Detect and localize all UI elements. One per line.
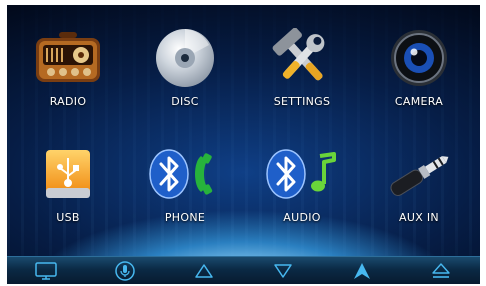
radio-tile[interactable]: RADIO bbox=[9, 27, 127, 108]
bluetooth-audio-icon bbox=[243, 143, 361, 205]
disc-tile[interactable]: DISC bbox=[126, 27, 244, 108]
navigation-icon[interactable] bbox=[346, 260, 378, 282]
settings-icon bbox=[243, 27, 361, 89]
bluetooth-phone-icon bbox=[126, 143, 244, 205]
camera-icon bbox=[360, 27, 478, 89]
tile-label: AUX IN bbox=[399, 211, 439, 224]
tile-label: PHONE bbox=[164, 211, 206, 224]
radio-icon bbox=[9, 27, 127, 89]
microphone-icon[interactable] bbox=[109, 260, 141, 282]
tile-label: RADIO bbox=[49, 95, 87, 108]
aux-jack-icon bbox=[360, 143, 478, 205]
bottom-toolbar bbox=[7, 256, 480, 284]
tile-label: AUDIO bbox=[283, 211, 321, 224]
usb-tile[interactable]: USB bbox=[9, 143, 127, 224]
down-arrow-icon[interactable] bbox=[267, 260, 299, 282]
disc-icon bbox=[126, 27, 244, 89]
tile-label: SETTINGS bbox=[273, 95, 331, 108]
up-arrow-icon[interactable] bbox=[188, 260, 220, 282]
settings-tile[interactable]: SETTINGS bbox=[243, 27, 361, 108]
head-unit-screen: RADIO DISC SETTINGS CAMERA USB PHONE AUD… bbox=[7, 5, 480, 284]
audio-tile[interactable]: AUDIO bbox=[243, 143, 361, 224]
screen-icon[interactable] bbox=[30, 260, 62, 282]
aux-in-tile[interactable]: AUX IN bbox=[360, 143, 478, 224]
tile-label: DISC bbox=[171, 95, 199, 108]
phone-tile[interactable]: PHONE bbox=[126, 143, 244, 224]
tile-label: USB bbox=[56, 211, 80, 224]
tile-label: CAMERA bbox=[394, 95, 444, 108]
camera-tile[interactable]: CAMERA bbox=[360, 27, 478, 108]
usb-icon bbox=[9, 143, 127, 205]
eject-icon[interactable] bbox=[425, 260, 457, 282]
